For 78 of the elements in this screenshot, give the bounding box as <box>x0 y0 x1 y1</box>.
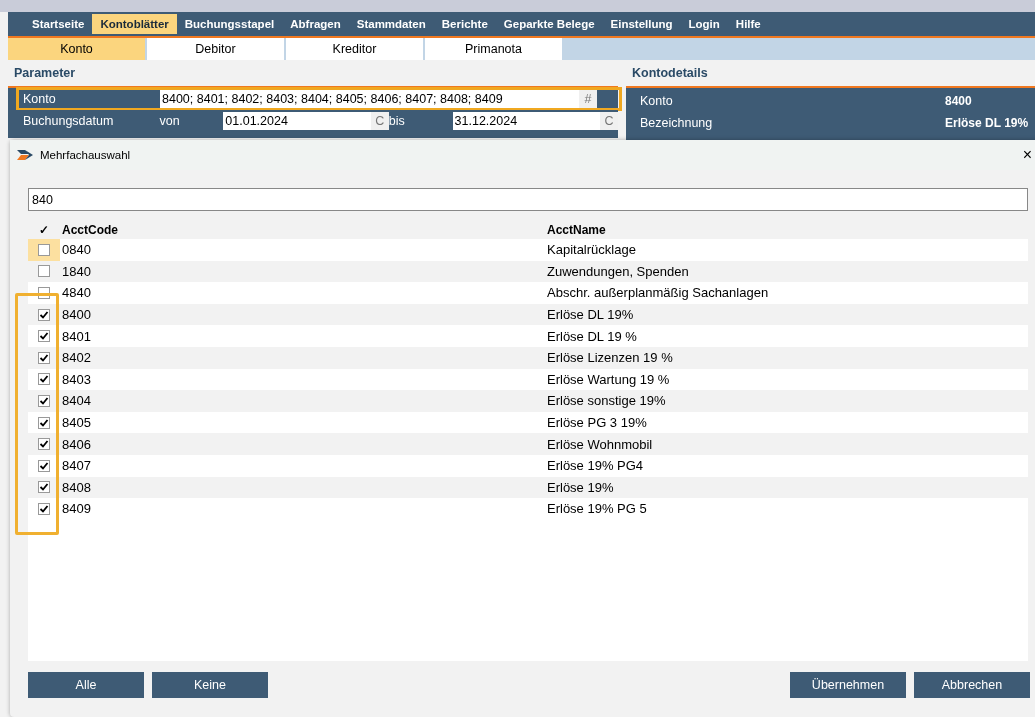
table-cell-text: Erlöse Lizenzen 19 % <box>547 350 674 366</box>
table-cell[interactable] <box>28 239 60 261</box>
table-cell-text: 8408 <box>61 479 92 495</box>
dialog-title: Mehrfachauswahl <box>40 149 131 161</box>
table-cell-text: Abschr. außerplanmäßig Sachanlagen <box>547 285 770 301</box>
table-cell-text: 8400 <box>61 307 92 323</box>
table-cell-text: 8401 <box>61 328 92 344</box>
column-header[interactable]: AcctName <box>547 223 1028 237</box>
tab[interactable]: Primanota <box>425 38 562 60</box>
account-field[interactable]: 8400; 8401; 8402; 8403; 8404; 8405; 8406; 8407; 8408; 8409 # <box>160 90 597 108</box>
table-cell-text: 8403 <box>61 371 92 387</box>
checkbox[interactable] <box>38 394 50 407</box>
table-cell-text: 0840 <box>61 242 92 258</box>
table-cell-text: Erlöse DL 19 % <box>547 328 638 344</box>
column-header[interactable]: AcctCode <box>60 223 547 237</box>
checkbox[interactable] <box>38 373 50 386</box>
table-cell-text: Erlöse sonstige 19% <box>547 393 667 409</box>
table-cell-text: Erlöse Wartung 19 % <box>547 371 671 387</box>
checkbox[interactable] <box>38 481 50 494</box>
table-cell-text: 8407 <box>61 458 92 474</box>
logo-icon <box>16 149 34 161</box>
table-cell-text: 8405 <box>61 415 92 431</box>
detail-label: Konto <box>640 94 674 108</box>
tab[interactable]: Kreditor <box>286 38 423 60</box>
checkbox[interactable] <box>38 265 50 278</box>
menu-item[interactable]: Einstellung <box>602 14 681 34</box>
dialog-button[interactable]: Alle <box>28 672 144 698</box>
checkbox[interactable] <box>38 416 50 429</box>
table-cell-text: Erlöse PG 3 19% <box>547 415 648 431</box>
field-label: bis <box>388 114 406 128</box>
menu-item[interactable]: Login <box>680 14 728 34</box>
table-cell-text: Erlöse 19% PG4 <box>547 458 645 474</box>
table-cell-text: 8402 <box>61 350 92 366</box>
table-cell-text: 8404 <box>61 393 92 409</box>
field-label: von <box>159 114 181 128</box>
table-cell-text: 4840 <box>61 285 92 301</box>
field-label: Konto <box>23 92 57 106</box>
menu-item[interactable]: Abfragen <box>282 14 349 34</box>
checkbox[interactable] <box>38 351 50 364</box>
checkbox[interactable] <box>38 243 50 256</box>
date-field[interactable]: 31.12.2024 C <box>452 112 618 130</box>
column-header[interactable]: ✓ <box>28 221 60 239</box>
table-cell-text: Erlöse Wohnmobil <box>547 436 654 452</box>
search-field[interactable]: 840 <box>28 188 1028 211</box>
menu-item[interactable]: Hilfe <box>727 14 769 34</box>
field-label: Buchungsdatum <box>23 114 115 128</box>
checkbox[interactable] <box>38 287 50 299</box>
checkbox[interactable] <box>38 502 50 515</box>
menu-item[interactable]: Kontoblätter <box>92 14 177 34</box>
dialog-button[interactable]: Übernehmen <box>790 672 906 698</box>
detail-label: Bezeichnung <box>640 116 714 130</box>
menu-item[interactable]: Stammdaten <box>348 14 434 34</box>
detail-value: Erlöse DL 19% <box>945 116 1029 130</box>
table-cell-text: Zuwendungen, Spenden <box>547 263 690 279</box>
table-cell-text: Erlöse DL 19% <box>547 307 635 323</box>
checkbox[interactable] <box>38 459 50 472</box>
checkbox[interactable] <box>38 330 50 343</box>
checkbox[interactable] <box>38 438 50 451</box>
section-title: Kontodetails <box>632 66 708 80</box>
table-cell-text: Erlöse 19% PG 5 <box>547 501 648 517</box>
menu-item[interactable]: Startseite <box>24 14 93 34</box>
table-cell-text: Erlöse 19% <box>547 479 615 495</box>
table-cell-text: 8406 <box>61 436 92 452</box>
table-cell-text: 1840 <box>61 263 92 279</box>
detail-value: 8400 <box>945 94 972 108</box>
checkbox[interactable] <box>38 308 50 321</box>
menu-item[interactable]: Geparkte Belege <box>495 14 603 34</box>
table-cell-text: Kapitalrücklage <box>547 242 637 258</box>
close-icon[interactable]: × <box>1022 146 1032 164</box>
dialog-button[interactable]: Keine <box>152 672 268 698</box>
table-cell-text: 8409 <box>61 501 92 517</box>
menu-item[interactable]: Berichte <box>433 14 496 34</box>
tab[interactable]: Debitor <box>147 38 284 60</box>
tab[interactable]: Konto <box>8 38 145 60</box>
menu-item[interactable]: Buchungsstapel <box>176 14 283 34</box>
dialog-button[interactable]: Abbrechen <box>914 672 1030 698</box>
section-title: Parameter <box>14 66 76 80</box>
date-field[interactable]: 01.01.2024 C <box>223 112 389 130</box>
